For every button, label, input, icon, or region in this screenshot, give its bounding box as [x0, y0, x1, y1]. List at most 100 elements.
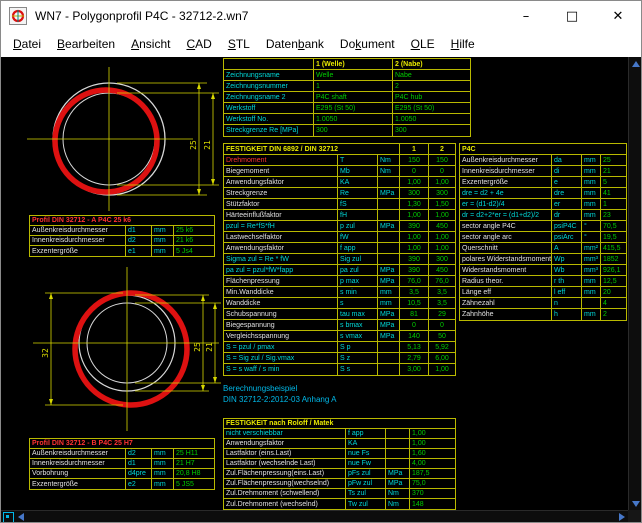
menu-item-datenbank[interactable]: Datenbank — [258, 33, 332, 55]
table-cell-v1: 1.0050 — [314, 114, 393, 124]
minimize-button[interactable]: – — [503, 1, 549, 31]
table-cell-v1: 300 — [314, 125, 393, 136]
table-row: Zul.Drehmoment (schwellend)Ts zulNm370 — [224, 489, 455, 499]
horizontal-scrollbar[interactable] — [1, 510, 628, 523]
table-cell-label: Zeichnungsname — [224, 70, 314, 80]
profile-b-table: Profil DIN 32712 - B P4C 25 H7 Außenkrei… — [29, 438, 215, 490]
table-cell-unit: mm — [582, 188, 601, 198]
scroll-left-button[interactable] — [14, 511, 27, 523]
table-cell-unit — [378, 243, 400, 253]
menu-item-ansicht[interactable]: Ansicht — [123, 33, 178, 55]
table-cell-unit: ° — [582, 232, 601, 242]
titlebar[interactable]: WN7 - Polygonprofil P4C - 32712-2.wn7 – … — [1, 1, 641, 31]
menu-item-stl[interactable]: STL — [220, 33, 258, 55]
table-row: Flächenpressungp maxMPa76,076,0 — [224, 276, 455, 287]
table-cell-label: dre = d2 + 4e — [460, 188, 552, 198]
table-row: Zähnezahln4 — [460, 298, 626, 309]
table-cell-unit: mm — [582, 287, 601, 297]
table-cell-label: Exzentergröße — [30, 246, 126, 256]
table-cell-unit — [378, 210, 400, 220]
scroll-down-button[interactable] — [629, 497, 642, 510]
table-cell-val: 5 Js4 — [174, 246, 214, 256]
table-cell-sym: r th — [552, 276, 582, 286]
table-row: ZeichnungsnameWelleNabe — [224, 70, 470, 81]
col-2-header: 2 — [429, 144, 455, 154]
table-cell-val: 1,00 — [410, 439, 455, 448]
table-cell-val: 25 H11 — [174, 449, 214, 458]
table-cell-val: 19,5 — [601, 232, 626, 242]
table-cell-v1: 390 — [400, 254, 429, 264]
scroll-up-button[interactable] — [629, 57, 642, 70]
table-cell-v1: 5,13 — [400, 342, 429, 352]
table-cell-v1: 140 — [400, 331, 429, 341]
table-cell-sym: psiArc — [552, 232, 582, 242]
table-cell-label: Zahnhöhe — [460, 309, 552, 320]
menu-item-ole[interactable]: OLE — [403, 33, 443, 55]
table-cell-val: 926,1 — [601, 265, 626, 275]
table-cell-unit — [378, 177, 400, 187]
table-cell-unit — [378, 353, 400, 363]
table-cell-unit: mm — [582, 177, 601, 187]
table-cell-unit: mm — [152, 449, 174, 458]
table-row: Exzentergrößee1mm5 Js4 — [30, 246, 214, 256]
table-cell-label: Werkstoff No. — [224, 114, 314, 124]
table-cell-unit: mm³ — [582, 265, 601, 275]
table-cell-v2: 1,00 — [429, 243, 455, 253]
close-button[interactable]: ✕ — [595, 1, 641, 31]
table-row: Schubspannungtau maxMPa8129 — [224, 309, 455, 320]
table-cell-sym: T — [338, 155, 378, 165]
table-cell-label: Biegespannung — [224, 320, 338, 330]
table-title: Profil DIN 32712 - A P4C 25 k6 — [30, 216, 214, 225]
dim-label-outer: 25 — [189, 140, 198, 150]
table-row: Zeichnungsnummer12 — [224, 81, 470, 92]
menu-item-dokument[interactable]: Dokument — [332, 33, 403, 55]
scroll-right-button[interactable] — [615, 511, 628, 523]
menu-item-cad[interactable]: CAD — [178, 33, 219, 55]
table-cell-v2: 5,92 — [429, 342, 455, 352]
scrollbar-corner — [628, 510, 642, 523]
menu-item-datei[interactable]: Datei — [5, 33, 49, 55]
menu-item-bearbeiten[interactable]: Bearbeiten — [49, 33, 123, 55]
vertical-scrollbar[interactable] — [628, 57, 642, 510]
table-cell-val: 12,5 — [601, 276, 626, 286]
table-cell-unit: MPa — [378, 331, 400, 341]
header-welle: 1 (Welle) — [314, 59, 393, 69]
table-cell-unit — [386, 439, 410, 448]
table-cell-label: Zeichnungsname 2 — [224, 92, 314, 102]
table-row: er = (d1-d2)/4ermm1 — [460, 199, 626, 210]
table-row: Zul.Flächenpressung(wechselnd)pFw zulMPa… — [224, 479, 455, 489]
table-cell-label: Außenkreisdurchmesser — [30, 449, 126, 458]
table-cell-sym: l eff — [552, 287, 582, 297]
maximize-button[interactable]: □ — [549, 1, 595, 31]
table-cell-label: Zähnezahl — [460, 298, 552, 308]
table-cell-sym: d2 — [126, 449, 152, 458]
table-cell-sym: nue Fs — [346, 449, 386, 458]
table-cell-unit: MPa — [378, 265, 400, 275]
menu-item-hilfe[interactable]: Hilfe — [443, 33, 483, 55]
table-cell-label: S = pzul / pmax — [224, 342, 338, 352]
table-title: FESTIGKEIT nach Roloff / Matek — [224, 419, 455, 428]
table-row: Lastfaktor (eins.Last)nue Fs1,60 — [224, 449, 455, 459]
table-cell-unit: mm — [582, 210, 601, 220]
table-row: pzul = Re*fS*fHp zulMPa390450 — [224, 221, 455, 232]
table-cell-label: Härteeinflußfaktor — [224, 210, 338, 220]
table-cell-v1: 0 — [400, 166, 429, 176]
table-row: BiegemomentMbNm00 — [224, 166, 455, 177]
p4c-geometry-table: P4C Außenkreisdurchmesserdamm25Innenkrei… — [459, 143, 627, 321]
table-cell-sym: Tw zul — [346, 499, 386, 509]
table-cell-val: 21 H7 — [174, 459, 214, 468]
note-line-1: Berechnungsbeispiel — [223, 383, 336, 394]
table-cell-v2: 450 — [429, 265, 455, 275]
table-row: nicht verschiebbarf app1,00 — [224, 429, 455, 439]
table-cell-sym: Ts zul — [346, 489, 386, 498]
table-cell-unit — [378, 199, 400, 209]
table-cell-v2: 6,00 — [429, 353, 455, 363]
table-cell-val: 1,60 — [410, 449, 455, 458]
table-cell-val: 70,5 — [601, 221, 626, 231]
table-cell-unit: MPa — [378, 309, 400, 319]
table-cell-val: 75,0 — [410, 479, 455, 488]
table-cell-unit: Nm — [378, 166, 400, 176]
pan-tool-icon[interactable] — [3, 512, 14, 523]
table-header: FESTIGKEIT DIN 6892 / DIN 32712 1 2 — [224, 144, 455, 155]
col-1-header: 1 — [400, 144, 429, 154]
